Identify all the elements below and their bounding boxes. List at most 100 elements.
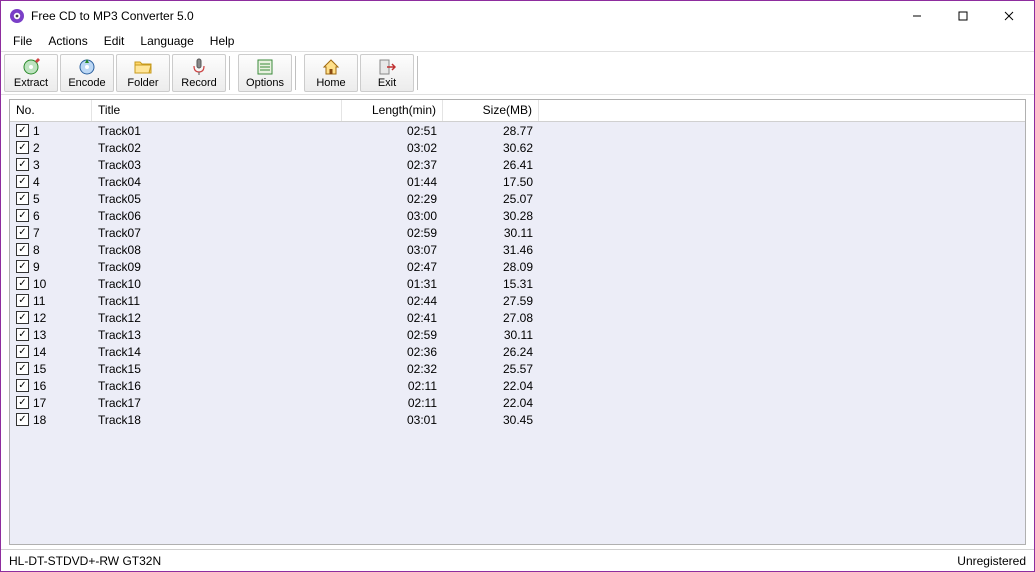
toolbar-separator [229, 56, 235, 90]
track-title: Track08 [92, 243, 342, 257]
checkbox-icon[interactable]: ✓ [16, 158, 29, 171]
track-title: Track10 [92, 277, 342, 291]
extract-button[interactable]: Extract [4, 54, 58, 92]
table-row[interactable]: ✓12Track1202:4127.08 [10, 309, 1025, 326]
options-icon [256, 58, 274, 76]
close-button[interactable] [986, 1, 1032, 31]
track-no: 1 [33, 124, 40, 138]
track-length: 03:07 [342, 243, 443, 257]
window-title: Free CD to MP3 Converter 5.0 [31, 9, 894, 23]
track-title: Track17 [92, 396, 342, 410]
track-size: 31.46 [443, 243, 539, 257]
minimize-button[interactable] [894, 1, 940, 31]
table-row[interactable]: ✓18Track1803:0130.45 [10, 411, 1025, 428]
track-no: 5 [33, 192, 40, 206]
encode-label: Encode [68, 77, 105, 89]
track-list: No. Title Length(min) Size(MB) ✓1Track01… [9, 99, 1026, 545]
table-row[interactable]: ✓2Track0203:0230.62 [10, 139, 1025, 156]
track-title: Track11 [92, 294, 342, 308]
checkbox-icon[interactable]: ✓ [16, 396, 29, 409]
titlebar: Free CD to MP3 Converter 5.0 [1, 1, 1034, 31]
track-size: 30.45 [443, 413, 539, 427]
checkbox-icon[interactable]: ✓ [16, 345, 29, 358]
app-icon [9, 8, 25, 24]
extract-label: Extract [14, 77, 48, 89]
checkbox-icon[interactable]: ✓ [16, 328, 29, 341]
checkbox-icon[interactable]: ✓ [16, 311, 29, 324]
cd-extract-icon [22, 58, 40, 76]
checkbox-icon[interactable]: ✓ [16, 243, 29, 256]
checkbox-icon[interactable]: ✓ [16, 124, 29, 137]
table-row[interactable]: ✓14Track1402:3626.24 [10, 343, 1025, 360]
track-no: 14 [33, 345, 46, 359]
column-size[interactable]: Size(MB) [443, 100, 539, 121]
track-no: 8 [33, 243, 40, 257]
track-size: 30.62 [443, 141, 539, 155]
checkbox-icon[interactable]: ✓ [16, 294, 29, 307]
table-row[interactable]: ✓13Track1302:5930.11 [10, 326, 1025, 343]
track-no: 3 [33, 158, 40, 172]
track-title: Track15 [92, 362, 342, 376]
home-button[interactable]: Home [304, 54, 358, 92]
table-row[interactable]: ✓17Track1702:1122.04 [10, 394, 1025, 411]
table-row[interactable]: ✓10Track1001:3115.31 [10, 275, 1025, 292]
table-row[interactable]: ✓1Track0102:5128.77 [10, 122, 1025, 139]
maximize-button[interactable] [940, 1, 986, 31]
checkbox-icon[interactable]: ✓ [16, 413, 29, 426]
checkbox-icon[interactable]: ✓ [16, 226, 29, 239]
checkbox-icon[interactable]: ✓ [16, 141, 29, 154]
track-length: 02:29 [342, 192, 443, 206]
track-title: Track06 [92, 209, 342, 223]
table-row[interactable]: ✓ 8 Track0803:0731.46 [10, 241, 1025, 258]
encode-icon [78, 58, 96, 76]
checkbox-icon[interactable]: ✓ [16, 362, 29, 375]
track-no: 9 [33, 260, 40, 274]
track-length: 03:02 [342, 141, 443, 155]
track-rows[interactable]: ✓1Track0102:5128.77✓2Track0203:0230.62✓3… [10, 122, 1025, 544]
menu-edit[interactable]: Edit [96, 32, 133, 50]
exit-button[interactable]: Exit [360, 54, 414, 92]
menu-file[interactable]: File [5, 32, 40, 50]
checkbox-icon[interactable]: ✓ [16, 260, 29, 273]
menu-actions[interactable]: Actions [40, 32, 95, 50]
table-row[interactable]: ✓15Track1502:3225.57 [10, 360, 1025, 377]
menu-language[interactable]: Language [132, 32, 201, 50]
track-no: 11 [33, 294, 45, 308]
checkbox-icon[interactable]: ✓ [16, 175, 29, 188]
track-size: 22.04 [443, 379, 539, 393]
table-row[interactable]: ✓5Track0502:2925.07 [10, 190, 1025, 207]
track-no: 10 [33, 277, 46, 291]
column-title[interactable]: Title [92, 100, 342, 121]
track-size: 27.59 [443, 294, 539, 308]
track-title: Track09 [92, 260, 342, 274]
checkbox-icon[interactable]: ✓ [16, 209, 29, 222]
table-row[interactable]: ✓4Track0401:4417.50 [10, 173, 1025, 190]
track-length: 02:32 [342, 362, 443, 376]
column-no[interactable]: No. [10, 100, 92, 121]
folder-button[interactable]: Folder [116, 54, 170, 92]
encode-button[interactable]: Encode [60, 54, 114, 92]
menu-help[interactable]: Help [202, 32, 243, 50]
exit-label: Exit [378, 77, 396, 89]
table-row[interactable]: ✓3Track0302:3726.41 [10, 156, 1025, 173]
track-title: Track14 [92, 345, 342, 359]
table-row[interactable]: ✓7Track0702:5930.11 [10, 224, 1025, 241]
options-button[interactable]: Options [238, 54, 292, 92]
track-no: 7 [33, 226, 40, 240]
track-length: 02:51 [342, 124, 443, 138]
checkbox-icon[interactable]: ✓ [16, 192, 29, 205]
table-row[interactable]: ✓6Track0603:0030.28 [10, 207, 1025, 224]
table-row[interactable]: ✓9Track0902:4728.09 [10, 258, 1025, 275]
column-length[interactable]: Length(min) [342, 100, 443, 121]
checkbox-icon[interactable]: ✓ [16, 379, 29, 392]
track-size: 26.41 [443, 158, 539, 172]
track-no: 12 [33, 311, 46, 325]
track-size: 26.24 [443, 345, 539, 359]
toolbar-separator [295, 56, 301, 90]
table-row[interactable]: ✓11Track1102:4427.59 [10, 292, 1025, 309]
record-button[interactable]: Record [172, 54, 226, 92]
checkbox-icon[interactable]: ✓ [16, 277, 29, 290]
column-headers: No. Title Length(min) Size(MB) [10, 100, 1025, 122]
table-row[interactable]: ✓16Track1602:1122.04 [10, 377, 1025, 394]
track-size: 28.09 [443, 260, 539, 274]
